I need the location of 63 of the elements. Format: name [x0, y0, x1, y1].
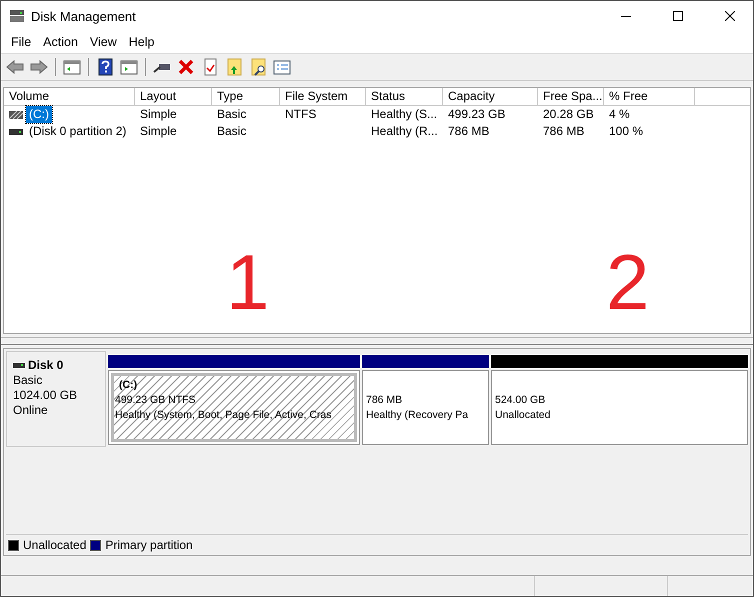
folder-up-icon[interactable] — [228, 58, 242, 76]
table-cell: Simple — [140, 106, 177, 123]
forward-icon[interactable] — [30, 60, 48, 74]
partition-status: Unallocated — [495, 408, 552, 422]
drive-label[interactable]: (C:) — [26, 106, 52, 123]
disk-size: 1024.00 GB — [13, 388, 78, 403]
table-cell: Basic — [217, 123, 246, 140]
partition-title: (C:) — [118, 378, 138, 393]
disk-name: Disk 0 — [28, 358, 64, 373]
table-cell: 100 % — [609, 123, 644, 140]
table-cell: NTFS — [285, 106, 316, 123]
column-header[interactable]: File System — [280, 88, 366, 106]
app-icon — [9, 9, 25, 23]
menu-item[interactable]: Help — [122, 35, 160, 49]
table-cell: 20.28 GB — [543, 106, 594, 123]
menu-item[interactable]: File — [5, 35, 38, 49]
partition-size: 786 MB — [366, 392, 404, 408]
delete-icon[interactable] — [178, 59, 194, 75]
table-cell: 4 % — [609, 106, 630, 123]
back-icon[interactable] — [6, 60, 24, 74]
legend-label: Primary partition — [105, 538, 193, 552]
folder-search-icon[interactable] — [252, 58, 266, 76]
legend-label: Unallocated — [23, 538, 86, 552]
column-header[interactable]: Free Spa... — [538, 88, 604, 106]
table-cell: Simple — [140, 123, 177, 140]
table-cell: 786 MB — [543, 123, 584, 140]
drive-label[interactable]: (Disk 0 partition 2) — [26, 123, 130, 140]
window-title: Disk Management — [31, 8, 137, 24]
partition-status: Healthy (System, Boot, Page File, Active, Cras — [115, 408, 333, 423]
partition-status: Healthy (Recovery Pa — [366, 408, 470, 422]
table-cell: Basic — [217, 106, 246, 123]
volume-icon — [9, 110, 23, 118]
partition-size: 499.23 GB NTFS — [115, 393, 197, 408]
disk-type: Basic — [13, 373, 44, 388]
help-icon[interactable] — [98, 58, 112, 76]
column-header[interactable]: Type — [212, 88, 280, 106]
close-icon — [725, 11, 735, 21]
table-cell: Healthy (R... — [371, 123, 438, 140]
volume-icon — [9, 128, 23, 134]
pane-splitter[interactable] — [1, 337, 753, 345]
column-header[interactable]: % Free — [604, 88, 695, 106]
disk-status: Online — [13, 403, 49, 418]
connect-icon[interactable] — [153, 64, 170, 73]
properties-list-icon[interactable] — [274, 60, 290, 74]
menu-item[interactable]: View — [84, 35, 123, 49]
column-header[interactable]: Capacity — [443, 88, 538, 106]
document-check-icon[interactable] — [204, 58, 216, 76]
console-tree-icon[interactable] — [64, 60, 80, 74]
action-pane-icon[interactable] — [120, 60, 138, 74]
column-header[interactable]: Layout — [135, 88, 212, 106]
maximize-icon — [673, 11, 683, 21]
partition-block[interactable]: (C:) 499.23 GB NTFS Healthy (System, Boot, Page File, Active, Cras — [108, 370, 360, 445]
table-cell: Healthy (S... — [371, 106, 438, 123]
annotation-number: 2 — [606, 243, 650, 321]
partition-block[interactable]: 786 MB Healthy (Recovery Pa — [362, 370, 489, 445]
column-header[interactable]: Status — [366, 88, 443, 106]
menu-item[interactable]: Action — [37, 35, 84, 49]
partition-block[interactable]: 524.00 GB Unallocated — [491, 370, 748, 445]
disk-info-panel[interactable]: Disk 0 Basic 1024.00 GB Online — [6, 351, 106, 447]
table-cell: 786 MB — [448, 123, 490, 140]
annotation-number: 1 — [226, 243, 270, 321]
table-cell: 499.23 GB — [448, 106, 506, 123]
partition-size: 524.00 GB — [495, 392, 546, 408]
